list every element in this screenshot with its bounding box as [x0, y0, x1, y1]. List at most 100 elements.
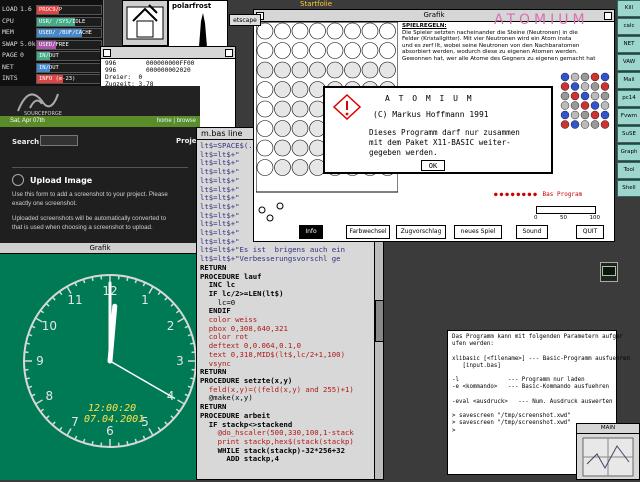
- board-cell[interactable]: [327, 62, 343, 78]
- info-button[interactable]: Info: [299, 225, 323, 239]
- editor-title: m.bas line: [201, 129, 242, 138]
- board-cell[interactable]: [327, 43, 343, 59]
- monitor-row: MEMUSED/ /BUF/CACHE: [0, 27, 103, 38]
- sound-button[interactable]: Sound: [516, 225, 548, 239]
- toolbar-button-mail[interactable]: Mail: [617, 72, 640, 89]
- top-title: Startfolie: [300, 0, 332, 8]
- board-cell[interactable]: [362, 23, 378, 39]
- toolbar-button-vaw[interactable]: VAW: [617, 54, 640, 71]
- home-folder-icon[interactable]: [122, 0, 168, 46]
- board-cell[interactable]: [275, 140, 291, 156]
- monitor-bar-text: USR/ /SYS/IDLE: [39, 18, 85, 26]
- board-cell[interactable]: [292, 140, 308, 156]
- board-cell[interactable]: [257, 62, 273, 78]
- board-cell[interactable]: [275, 160, 291, 176]
- toolbar-button-calc[interactable]: calc: [617, 18, 640, 35]
- board-cell[interactable]: [257, 43, 273, 59]
- board-cell[interactable]: [292, 23, 308, 39]
- editor-scroll-thumb[interactable]: [375, 300, 384, 342]
- clock-tick: [52, 422, 55, 425]
- xterm-line: [452, 406, 612, 413]
- search-row: Search Project: [0, 127, 200, 161]
- board-cell[interactable]: [310, 23, 326, 39]
- polarfrost-window[interactable]: polarfrost: [168, 0, 228, 48]
- monitor-row: SWAP5.0kUSED/FREE: [0, 39, 103, 50]
- board-cell[interactable]: [327, 23, 343, 39]
- toolbar-button-pc14[interactable]: pc14: [617, 90, 640, 107]
- board-cell[interactable]: [292, 121, 308, 137]
- netscape-tab[interactable]: etscape: [229, 14, 261, 26]
- zugvorschlag-button[interactable]: Zugvorschlag: [396, 225, 446, 239]
- board-cell[interactable]: [257, 82, 273, 98]
- atomium-brand: ATOMIUM: [494, 12, 589, 28]
- board-cell[interactable]: [292, 160, 308, 176]
- board-cell[interactable]: [257, 121, 273, 137]
- board-cell[interactable]: [275, 23, 291, 39]
- search-input[interactable]: [40, 135, 78, 146]
- board-cell[interactable]: [310, 43, 326, 59]
- board-cell[interactable]: [275, 101, 291, 117]
- board-cell[interactable]: [362, 62, 378, 78]
- clock-numeral: 3: [176, 354, 184, 368]
- toolbar-button-tool[interactable]: Tool: [617, 162, 640, 179]
- monitor-bar: IN/OUT: [36, 51, 102, 61]
- board-cell[interactable]: [380, 43, 396, 59]
- toolbar-button-shell[interactable]: Shell: [617, 180, 640, 197]
- board-cell[interactable]: [380, 23, 396, 39]
- toolbar-button-graph[interactable]: Graph: [617, 144, 640, 161]
- monitor-label: INTS: [2, 74, 18, 82]
- progress-scale[interactable]: [536, 206, 596, 214]
- mini-board-cell: [561, 92, 569, 100]
- board-cell[interactable]: [257, 140, 273, 156]
- clock-tick: [178, 318, 185, 322]
- board-cell[interactable]: [257, 101, 273, 117]
- board-cell[interactable]: [275, 82, 291, 98]
- board-cell[interactable]: [292, 82, 308, 98]
- farbwechsel-button[interactable]: Farbwechsel: [346, 225, 390, 239]
- clock-tick: [92, 277, 93, 281]
- mini-board-cell: [581, 111, 589, 119]
- clock-tick: [46, 303, 49, 306]
- mini-board-cell: [561, 111, 569, 119]
- neutron-piece: [277, 203, 283, 209]
- board-cell[interactable]: [345, 23, 361, 39]
- upload-text-3: Uploaded screenshots will be automatical…: [12, 214, 188, 223]
- clock-tick: [143, 436, 145, 440]
- toolbar-button-fvwm[interactable]: Fvwm: [617, 108, 640, 125]
- board-cell[interactable]: [362, 43, 378, 59]
- board-cell[interactable]: [275, 62, 291, 78]
- board-cell[interactable]: [292, 43, 308, 59]
- board-cell[interactable]: [257, 160, 273, 176]
- clock-numeral: 12: [102, 284, 117, 298]
- toolbar-button-suse[interactable]: SuSE: [617, 126, 640, 143]
- clock-digital-date: 07.04.2001: [84, 414, 144, 425]
- clock-tick: [158, 291, 160, 294]
- top-links[interactable]: home | browse: [157, 116, 196, 127]
- clock-tick: [176, 409, 179, 411]
- quit-button[interactable]: QUIT: [576, 225, 604, 239]
- board-cell[interactable]: [380, 62, 396, 78]
- mini-board-cell: [591, 111, 599, 119]
- board-cell[interactable]: [292, 101, 308, 117]
- neues-spiel-button[interactable]: neues Spiel: [454, 225, 502, 239]
- monitor-bar-text: INFO (e-23): [39, 75, 75, 83]
- terminal-icon[interactable]: [600, 262, 618, 282]
- board-cell[interactable]: [275, 121, 291, 137]
- monitor-row: LOAD1.6PROC9/P: [0, 4, 103, 15]
- board-cell[interactable]: [310, 62, 326, 78]
- dialog-copyright: (C) Markus Hoffmann 1991: [373, 110, 489, 119]
- monitor-bar: PROC9/P: [36, 5, 102, 15]
- mini-board-cell: [581, 83, 589, 91]
- monitor-label: MEM: [2, 28, 14, 36]
- board-cell[interactable]: [345, 43, 361, 59]
- board-cell[interactable]: [292, 62, 308, 78]
- main-mini-window[interactable]: MAIN: [576, 423, 640, 480]
- monitor-bar-text: IN/OUT: [39, 52, 59, 60]
- board-cell[interactable]: [345, 62, 361, 78]
- toolbar-button-kill[interactable]: Kill: [617, 0, 640, 17]
- board-cell[interactable]: [275, 43, 291, 59]
- clock-tick: [75, 282, 77, 286]
- ok-button[interactable]: OK: [421, 160, 445, 171]
- toolbar-button-net[interactable]: NET: [617, 36, 640, 53]
- main-graph: [577, 434, 639, 480]
